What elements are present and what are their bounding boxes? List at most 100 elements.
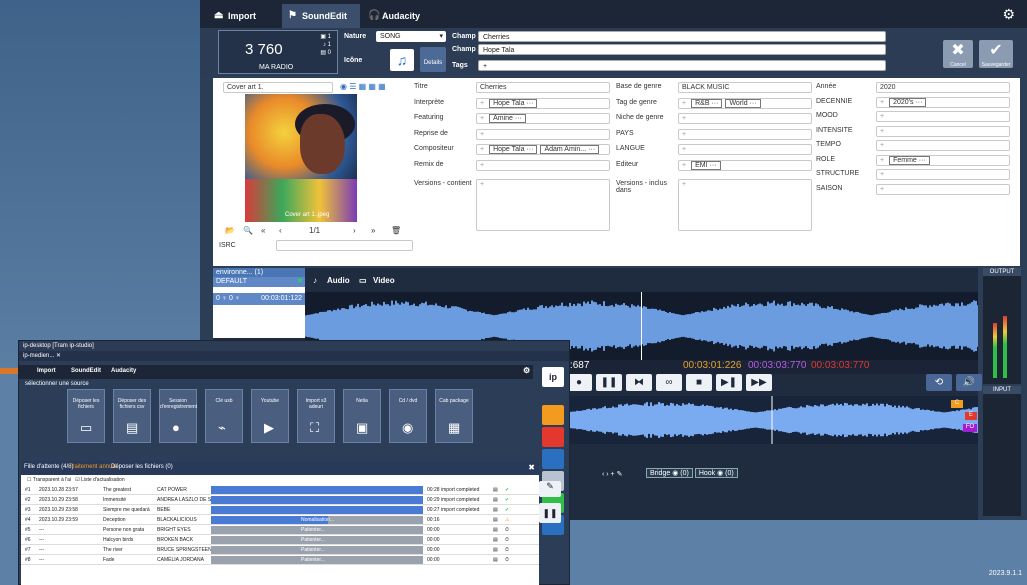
ip-logo[interactable]: ip: [542, 367, 564, 387]
first-page-icon[interactable]: «: [261, 226, 265, 235]
add-icon[interactable]: +: [480, 131, 484, 138]
overlay-tab-soundedit[interactable]: SoundEdit: [71, 368, 101, 374]
table-row[interactable]: #3 2023.10.29 23:58 Siempre me quedará BEBE…: [21, 505, 539, 515]
marker-e[interactable]: E: [965, 412, 977, 420]
queue-pause-button[interactable]: ❚❚: [539, 503, 561, 523]
prev-page-icon[interactable]: ‹: [279, 226, 282, 235]
side-button-red[interactable]: [542, 427, 564, 447]
file-icon[interactable]: ▤: [493, 527, 498, 533]
queue-tab-cancelled[interactable]: Traitement annulé: [69, 464, 117, 470]
field-input[interactable]: BLACK MUSIC: [678, 82, 812, 93]
tags-input[interactable]: +: [478, 60, 886, 71]
add-icon[interactable]: +: [682, 162, 686, 169]
table-row[interactable]: #4 2023.10.29 23:59 Deception BLACKALICIOUS…: [21, 515, 539, 525]
source-button[interactable]: Youtube ▶: [251, 389, 289, 443]
champ2-input[interactable]: Hope Tala: [478, 44, 886, 55]
tag-chip[interactable]: World ···: [725, 98, 761, 108]
tag-chip[interactable]: EMI ···: [691, 160, 721, 170]
field-input[interactable]: +: [678, 113, 812, 124]
overlay-tab-audacity[interactable]: Audacity: [111, 368, 136, 374]
add-icon[interactable]: +: [880, 186, 884, 193]
field-input[interactable]: +2020's ···: [876, 96, 1010, 108]
add-icon[interactable]: +: [682, 146, 686, 153]
tag-chip[interactable]: Hope Tala ···: [489, 145, 538, 154]
environment-row[interactable]: 0 ♀ 0 ♀ 00:03:01:122: [213, 293, 305, 305]
source-button[interactable]: Import s3 adeuri ⛶: [297, 389, 335, 443]
environment-label[interactable]: environne... (1): [213, 268, 305, 277]
source-button[interactable]: Clé usb ⌁: [205, 389, 243, 443]
isrc-input[interactable]: [276, 240, 413, 251]
source-button[interactable]: Session d'enregistrement ●: [159, 389, 197, 443]
field-input[interactable]: +: [876, 125, 1010, 137]
field-input[interactable]: +: [876, 169, 1010, 180]
marker-c[interactable]: C: [951, 400, 963, 408]
field-input[interactable]: + Amine ···: [476, 113, 610, 124]
tab-soundedit[interactable]: ⚑ SoundEdit: [282, 4, 360, 28]
field-input[interactable]: + Hope Tala ···: [476, 97, 610, 109]
add-icon[interactable]: +: [480, 100, 484, 107]
add-icon[interactable]: +: [880, 142, 884, 149]
file-icon[interactable]: ▤: [493, 547, 498, 553]
tag-chip[interactable]: Adam Amin... ···: [540, 145, 600, 154]
add-icon[interactable]: +: [880, 157, 884, 164]
file-icon[interactable]: ▤: [493, 537, 498, 543]
add-icon[interactable]: +: [880, 171, 884, 178]
table-row[interactable]: #5 --- Persone non grata BRIGHT EYES 00:00 Pa…: [21, 525, 539, 535]
details-button[interactable]: Details: [420, 47, 446, 72]
field-input[interactable]: +: [678, 144, 812, 155]
source-button[interactable]: Déposer les fichiers ▭: [67, 389, 105, 443]
tag-chip[interactable]: Amine ···: [489, 114, 526, 123]
add-icon[interactable]: +: [682, 115, 686, 122]
cue-chip[interactable]: Hook ◉ (0): [694, 468, 738, 478]
queue-tab-waiting[interactable]: Fille d'attente (4/8): [24, 464, 74, 470]
add-icon[interactable]: +: [880, 113, 884, 120]
file-icon[interactable]: ▤: [493, 487, 498, 493]
stop-button[interactable]: ■: [686, 374, 712, 391]
gear-icon[interactable]: ⚙: [1002, 6, 1015, 23]
table-row[interactable]: #1 2023.10.28 23:57 The greatest CAT POWER 0…: [21, 485, 539, 495]
last-page-icon[interactable]: »: [371, 226, 375, 235]
tab-import[interactable]: ⏏ Import: [208, 4, 278, 28]
add-icon[interactable]: +: [682, 181, 686, 188]
volume-button[interactable]: 🔊: [956, 374, 982, 391]
field-input[interactable]: +: [678, 128, 812, 140]
file-icon[interactable]: ▤: [493, 507, 498, 513]
more-icon[interactable]: ···: [525, 146, 533, 153]
more-icon[interactable]: ···: [748, 100, 757, 107]
field-input[interactable]: + EMI ···: [678, 159, 812, 171]
cancel-button[interactable]: ✖ Cancel: [943, 40, 973, 68]
source-button[interactable]: Déposer des fichiers csv ▤: [113, 389, 151, 443]
more-icon[interactable]: ···: [914, 99, 922, 106]
add-icon[interactable]: +: [880, 99, 884, 106]
more-icon[interactable]: ···: [586, 146, 595, 153]
save-button[interactable]: ✔ Sauvegarder: [979, 40, 1013, 68]
add-icon[interactable]: +: [480, 146, 484, 153]
tag-chip[interactable]: Femme ···: [889, 155, 930, 165]
cover-title-input[interactable]: Cover art 1.: [223, 82, 333, 93]
source-button[interactable]: Netia ▣: [343, 389, 381, 443]
table-row[interactable]: #8 --- Fade CAMÉLIA JORDANA 00:00 Patienter..…: [21, 555, 539, 565]
overlay-subtitle[interactable]: ip-medien... ✕: [19, 351, 569, 361]
fast-forward-button[interactable]: ▶▶: [746, 374, 772, 391]
field-input[interactable]: +: [876, 140, 1010, 151]
more-icon[interactable]: ···: [525, 100, 533, 107]
field-input[interactable]: +: [678, 179, 812, 231]
add-icon[interactable]: +: [480, 181, 484, 188]
field-input[interactable]: +: [476, 179, 610, 231]
eraser-button[interactable]: ✎: [539, 481, 561, 497]
crop-button[interactable]: ⧓: [626, 374, 652, 391]
next-page-icon[interactable]: ›: [353, 226, 356, 235]
close-icon[interactable]: ✖: [297, 277, 303, 287]
source-button[interactable]: Cab package ▦: [435, 389, 473, 443]
tab-audacity[interactable]: 🎧 Audacity: [362, 4, 432, 28]
music-file-icon[interactable]: ♫: [390, 49, 414, 71]
pause-button[interactable]: ❚❚: [596, 374, 622, 391]
add-icon[interactable]: +: [480, 162, 484, 169]
close-icon[interactable]: ✖: [528, 463, 535, 472]
waveform-detail[interactable]: [566, 396, 978, 444]
overlay-tab-import[interactable]: Import: [37, 368, 56, 374]
field-input[interactable]: + Hope Tala ··· Adam Amin... ···: [476, 144, 610, 155]
more-icon[interactable]: ···: [513, 115, 522, 122]
more-icon[interactable]: ···: [917, 157, 926, 164]
folder-icon[interactable]: 📂: [225, 226, 235, 235]
